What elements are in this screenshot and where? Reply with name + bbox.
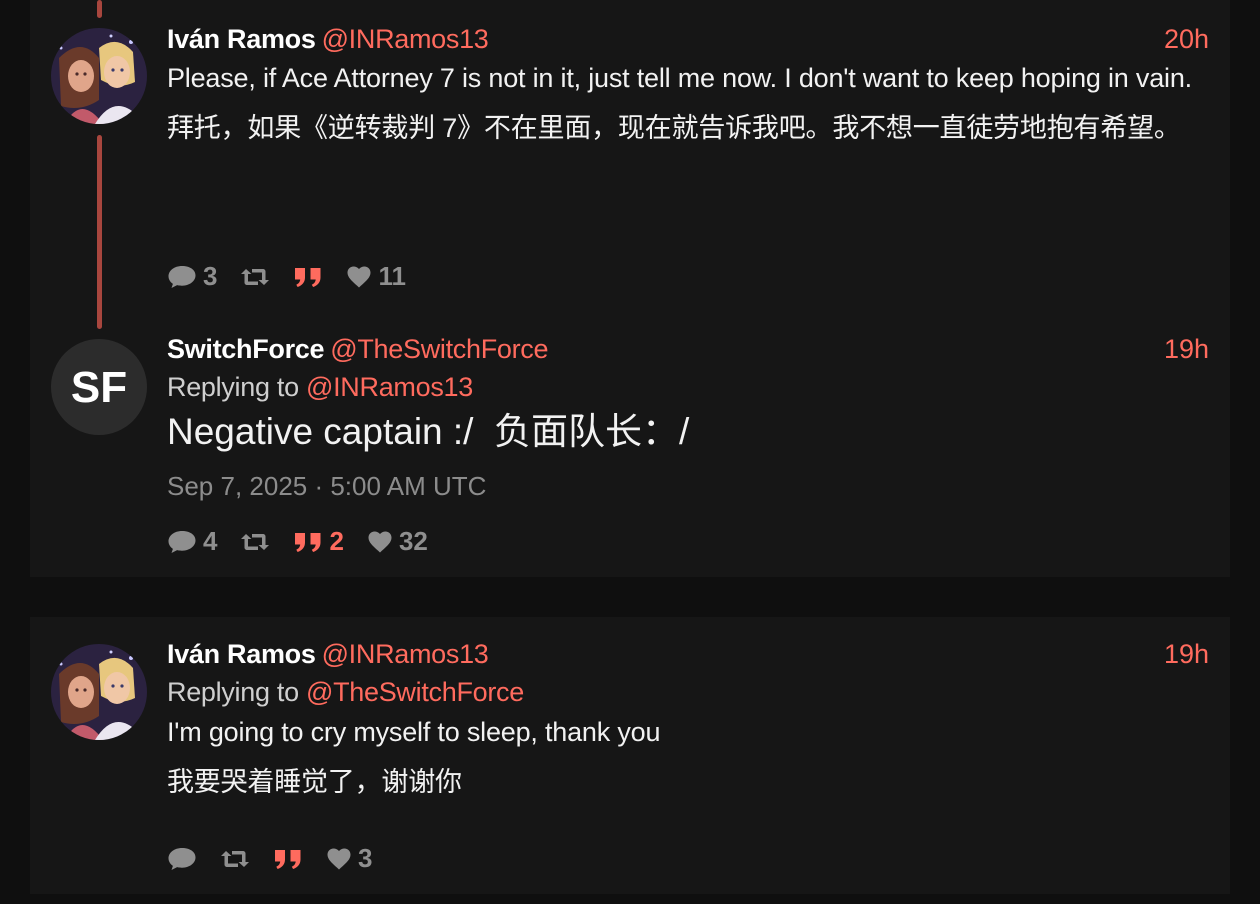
- tweet-text: I'm going to cry myself to sleep, thank …: [167, 717, 661, 747]
- tweet: Iván Ramos @INRamos13 19h Replying to @Th…: [167, 639, 1209, 800]
- thread-line-top: [97, 0, 102, 18]
- replying-to: Replying to @INRamos13: [167, 372, 1209, 403]
- tweet-stats: 3: [167, 843, 395, 874]
- tweet-time[interactable]: 19h: [1164, 334, 1209, 365]
- quotes-stat[interactable]: [293, 265, 323, 289]
- retweet-icon: [241, 268, 270, 285]
- username[interactable]: @INRamos13: [322, 24, 489, 54]
- quote-icon: [295, 532, 321, 552]
- retweet-icon: [241, 533, 270, 550]
- retweets-stat[interactable]: [220, 847, 250, 871]
- main-tweet: SwitchForce @TheSwitchForce 19h Replying …: [167, 334, 1209, 502]
- replying-to: Replying to @TheSwitchForce: [167, 677, 1209, 708]
- tweet-text: Negative captain :/ 负面队长：/: [167, 411, 690, 452]
- tweet-text: Please, if Ace Attorney 7 is not in it, …: [167, 63, 1192, 93]
- heart-icon: [368, 531, 392, 552]
- avatar-switchforce-image: SF: [51, 339, 147, 435]
- tweet-text-translation: 拜托，如果《逆转裁判 7》不在里面，现在就告诉我吧。我不想一直徒劳地抱有希望。: [167, 113, 1181, 143]
- avatar-logo-text: SF: [71, 363, 127, 412]
- tweet-stats: 4 2 32: [167, 526, 451, 557]
- quotes-stat[interactable]: [273, 847, 303, 871]
- avatar-ivan-image: [51, 28, 147, 124]
- tweet-content: I'm going to cry myself to sleep, thank …: [167, 714, 1209, 800]
- likes-stat[interactable]: 11: [346, 261, 406, 292]
- replying-to-prefix: Replying to: [167, 677, 299, 707]
- heart-icon: [327, 848, 351, 869]
- comment-icon: [168, 847, 196, 870]
- conversation-thread: Iván Ramos @INRamos13 20h Please, if Ace …: [30, 0, 1230, 577]
- comment-icon: [168, 265, 196, 288]
- fullname[interactable]: Iván Ramos: [167, 24, 316, 54]
- tweet-header: Iván Ramos @INRamos13 19h: [167, 639, 1209, 675]
- likes-stat[interactable]: 3: [326, 843, 372, 874]
- tweet-text-translation: 我要哭着睡觉了，谢谢你: [167, 767, 462, 797]
- comment-icon: [168, 530, 196, 553]
- avatar-ivan-image: [51, 644, 147, 740]
- avatar[interactable]: [51, 644, 147, 740]
- avatar[interactable]: [51, 28, 147, 124]
- tweet-header: Iván Ramos @INRamos13 20h: [167, 24, 1209, 60]
- tweet-time[interactable]: 19h: [1164, 639, 1209, 670]
- tweet-header: SwitchForce @TheSwitchForce 19h: [167, 334, 1209, 370]
- retweets-stat[interactable]: [240, 265, 270, 289]
- tweet-content: Please, if Ace Attorney 7 is not in it, …: [167, 60, 1209, 146]
- username[interactable]: @INRamos13: [322, 639, 489, 669]
- tweet: Iván Ramos @INRamos13 20h Please, if Ace …: [167, 24, 1209, 146]
- username[interactable]: @TheSwitchForce: [330, 334, 548, 364]
- fullname[interactable]: SwitchForce: [167, 334, 325, 364]
- likes-stat[interactable]: 32: [367, 526, 428, 557]
- replies-stat[interactable]: 3: [167, 261, 217, 292]
- tweet-time[interactable]: 20h: [1164, 24, 1209, 55]
- retweet-icon: [221, 850, 249, 867]
- heart-icon: [347, 266, 371, 287]
- quote-icon: [295, 267, 321, 287]
- avatar[interactable]: SF: [51, 339, 147, 435]
- thread-line-connector: [97, 135, 102, 329]
- retweets-stat[interactable]: [240, 530, 270, 554]
- replying-to-mention[interactable]: @INRamos13: [306, 372, 473, 402]
- quote-icon: [275, 849, 301, 869]
- quotes-stat[interactable]: 2: [293, 526, 344, 557]
- fullname[interactable]: Iván Ramos: [167, 639, 316, 669]
- reply-card: Iván Ramos @INRamos13 19h Replying to @Th…: [30, 617, 1230, 894]
- tweet-stats: 3 11: [167, 261, 429, 292]
- replying-to-mention[interactable]: @TheSwitchForce: [306, 677, 524, 707]
- replying-to-prefix: Replying to: [167, 372, 299, 402]
- replies-stat[interactable]: [167, 846, 197, 872]
- published-date[interactable]: Sep 7, 2025 · 5:00 AM UTC: [167, 471, 1209, 502]
- replies-stat[interactable]: 4: [167, 526, 217, 557]
- tweet-content: Negative captain :/ 负面队长：/: [167, 407, 1209, 457]
